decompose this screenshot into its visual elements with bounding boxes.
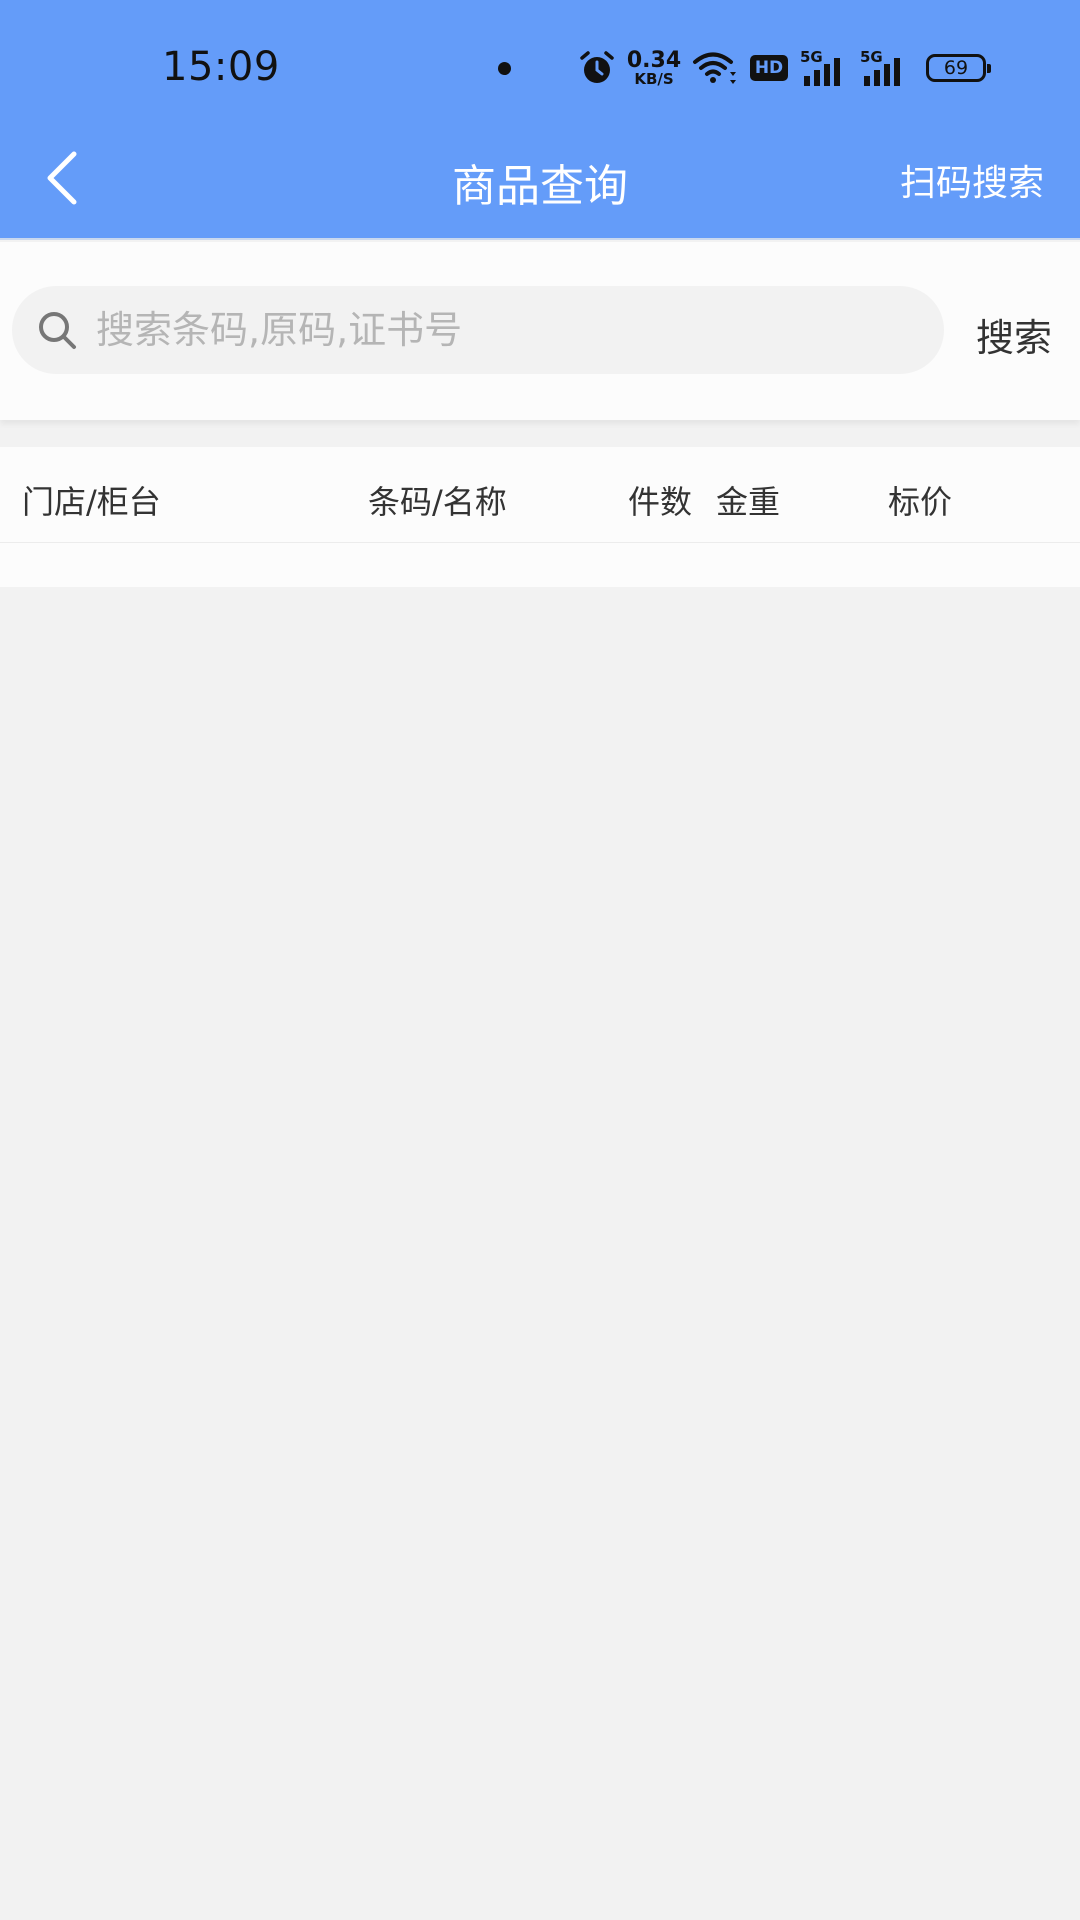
status-time: 15:09: [162, 44, 280, 90]
column-header-gold-weight: 金重: [716, 483, 781, 521]
app-header: 15:09 0.34 KB/S HD 5G 5G 69 商品查询 扫码搜索: [0, 0, 1080, 240]
battery-icon: 69: [926, 54, 991, 82]
search-button[interactable]: 搜索: [976, 307, 1052, 362]
network-speed: 0.34 KB/S: [626, 47, 682, 88]
column-header-price: 标价: [888, 483, 953, 521]
table-body: [0, 543, 1080, 587]
scan-search-button[interactable]: 扫码搜索: [900, 154, 1044, 206]
status-icons: 0.34 KB/S HD 5G 5G 69: [578, 47, 991, 88]
chevron-left-icon[interactable]: [40, 148, 84, 208]
wifi-icon: [693, 52, 736, 84]
network-speed-value: 0.34: [626, 47, 682, 73]
signal-5g-icon: 5G: [800, 50, 848, 86]
search-box[interactable]: [12, 286, 944, 374]
screen: 15:09 0.34 KB/S HD 5G 5G 69 商品查询 扫码搜索 搜索…: [0, 0, 1080, 1920]
table-header: 门店/柜台 条码/名称 件数 金重 标价: [0, 447, 1080, 543]
search-input[interactable]: [94, 307, 918, 353]
column-header-code: 条码/名称: [368, 483, 507, 521]
column-header-store: 门店/柜台: [22, 483, 161, 521]
search-panel: 搜索: [0, 242, 1080, 420]
network-speed-unit: KB/S: [634, 69, 674, 88]
signal-5g-icon: 5G: [860, 50, 908, 86]
column-header-quantity: 件数: [628, 483, 693, 521]
alarm-icon: [580, 51, 614, 83]
notification-dot: [498, 62, 511, 75]
hd-badge: HD: [750, 55, 788, 81]
search-icon: [39, 312, 76, 349]
battery-level: 69: [943, 57, 969, 79]
